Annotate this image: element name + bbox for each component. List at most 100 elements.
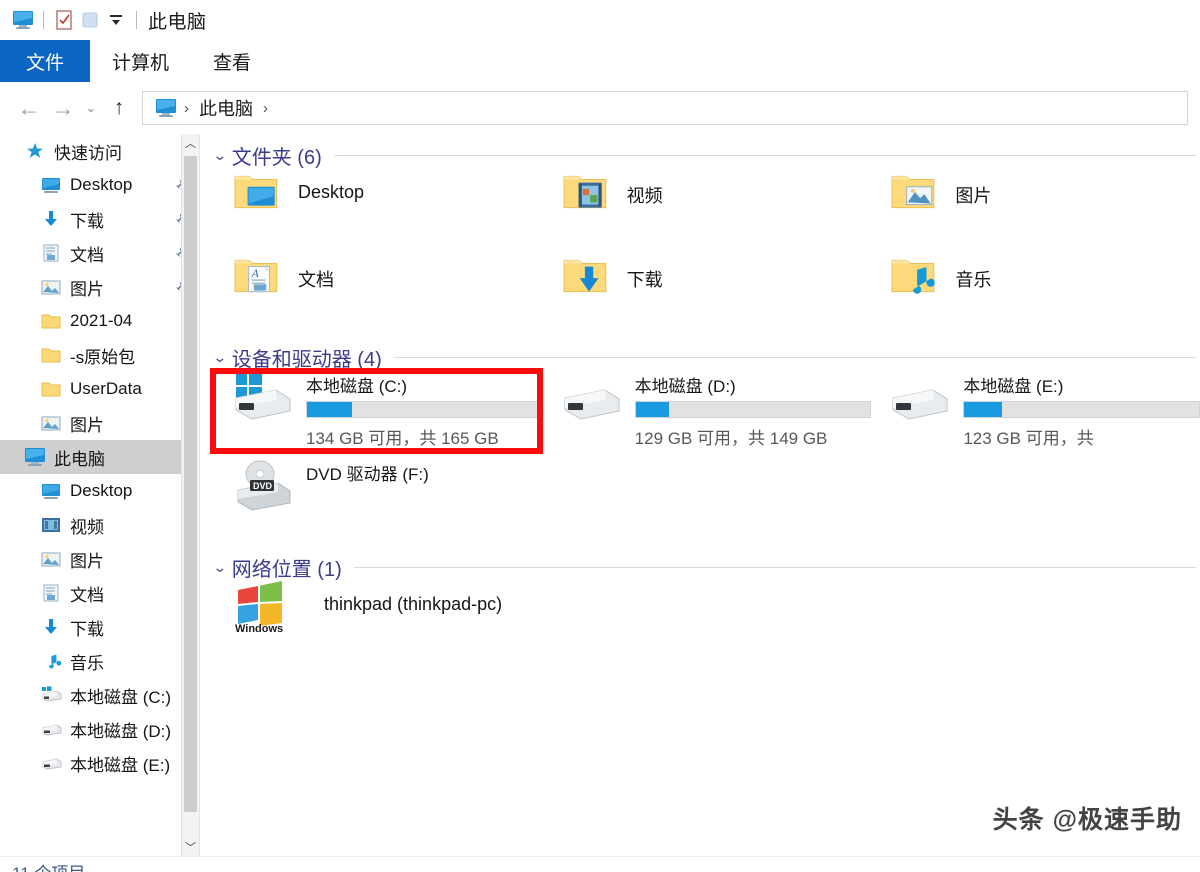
sidebar-item-label: 文档 xyxy=(70,245,104,265)
sidebar-item-12[interactable]: 图片 xyxy=(0,542,199,576)
system-drive-icon xyxy=(40,685,62,705)
sidebar-item-label: 本地磁盘 (C:) xyxy=(70,687,172,707)
desktop-icon xyxy=(40,175,62,195)
system-drive-icon xyxy=(232,370,294,427)
sidebar-item-6[interactable]: -s原始包 xyxy=(0,338,199,372)
folder-music-icon xyxy=(889,252,941,305)
new-folder-icon[interactable] xyxy=(77,7,103,33)
sidebar-item-3[interactable]: 文档 xyxy=(0,236,199,270)
file-explorer-window: 此电脑 文件 计算机 查看 ← → ⌄ ↑ › 此电脑 › 快速访问 Deskt… xyxy=(0,0,1200,872)
folder-item-label: 文档 xyxy=(298,270,334,290)
drive-item-label: 本地磁盘 (E:) xyxy=(963,377,1064,396)
sidebar-item-label: 图片 xyxy=(70,551,104,571)
sidebar-item-label: 快速访问 xyxy=(54,143,122,163)
svg-text:Windows: Windows xyxy=(235,623,283,635)
drive-icon xyxy=(561,370,623,427)
breadcrumb-this-pc-icon[interactable] xyxy=(153,95,179,121)
breadcrumb-item-this-pc[interactable]: 此电脑 xyxy=(194,95,258,121)
drive-item-1[interactable]: 本地磁盘 (D:) 129 GB 可用，共 149 GB xyxy=(543,370,872,458)
forward-arrow-icon[interactable]: → xyxy=(46,91,80,125)
drive-item-2[interactable]: 本地磁盘 (E:) 123 GB 可用，共 xyxy=(871,370,1200,458)
sidebar-item-7[interactable]: UserData xyxy=(0,372,199,406)
sidebar-item-2[interactable]: 下载 xyxy=(0,202,199,236)
folder-item-label: 图片 xyxy=(955,186,992,206)
drive-item-3[interactable]: DVD DVD 驱动器 (F:) xyxy=(214,458,543,546)
title-bar: 此电脑 xyxy=(0,0,1200,40)
drive-icon xyxy=(40,753,62,773)
drive-item-0[interactable]: 本地磁盘 (C:) 134 GB 可用，共 165 GB xyxy=(214,370,543,458)
folder-item-2[interactable]: 图片 xyxy=(871,168,1200,252)
sidebar-item-16[interactable]: 本地磁盘 (C:) xyxy=(0,678,199,712)
sidebar-item-8[interactable]: 图片 xyxy=(0,406,199,440)
capacity-bar xyxy=(634,401,872,418)
sidebar-item-10[interactable]: Desktop xyxy=(0,474,199,508)
sidebar-item-9[interactable]: 此电脑 xyxy=(0,440,199,474)
drive-item-label: DVD 驱动器 (F:) xyxy=(306,465,429,484)
sidebar-item-label: Desktop xyxy=(70,175,133,194)
tab-view[interactable]: 查看 xyxy=(191,40,273,82)
documents-icon xyxy=(40,243,62,263)
sidebar-item-label: 本地磁盘 (D:) xyxy=(70,721,172,741)
folder-item-0[interactable]: Desktop xyxy=(214,168,543,252)
back-arrow-icon[interactable]: ← xyxy=(12,91,46,125)
tab-computer[interactable]: 计算机 xyxy=(90,40,191,82)
scroll-down-icon[interactable]: ﹀ xyxy=(182,838,199,856)
chevron-down-icon[interactable]: ⌄ xyxy=(213,559,228,576)
sidebar-item-18[interactable]: 本地磁盘 (E:) xyxy=(0,746,199,780)
pictures-icon xyxy=(40,277,62,297)
scrollbar-thumb[interactable] xyxy=(184,156,197,812)
scroll-up-icon[interactable]: ︿ xyxy=(182,134,199,152)
drive-icon xyxy=(40,719,62,739)
folder-icon xyxy=(40,311,62,331)
customize-dropdown-icon[interactable] xyxy=(103,7,129,33)
sidebar-item-0[interactable]: 快速访问 xyxy=(0,134,199,168)
properties-icon[interactable] xyxy=(51,7,77,33)
file-list-pane[interactable]: ⌄ 文件夹 (6) Desktop 视频 图片 A 文档 下载 音乐 ⌄ 设备和驱动器 (4… xyxy=(200,134,1200,856)
tab-file[interactable]: 文件 xyxy=(0,40,91,82)
network-item-0[interactable]: Windows thinkpad (thinkpad-pc) xyxy=(214,580,543,666)
folder-item-label: 视频 xyxy=(626,186,663,206)
drive-item-label: 本地磁盘 (C:) xyxy=(306,377,408,396)
documents-icon xyxy=(40,583,62,603)
sidebar-item-label: 文档 xyxy=(70,585,104,605)
toolbar-divider-2 xyxy=(136,11,137,29)
network-item-label: thinkpad (thinkpad-pc) xyxy=(324,594,503,614)
sidebar-item-4[interactable]: 图片 xyxy=(0,270,199,304)
videos-icon xyxy=(40,515,62,535)
capacity-bar-fill xyxy=(964,402,1002,417)
drives-grid: 本地磁盘 (C:) 134 GB 可用，共 165 GB 本地磁盘 (D:) 129 … xyxy=(214,370,1200,546)
folder-item-label: 下载 xyxy=(626,270,663,290)
recent-locations-icon[interactable]: ⌄ xyxy=(80,91,102,125)
section-header-drives[interactable]: ⌄ 设备和驱动器 (4) xyxy=(213,336,1200,371)
sidebar-item-13[interactable]: 文档 xyxy=(0,576,199,610)
sidebar-item-14[interactable]: 下载 xyxy=(0,610,199,644)
sidebar-item-15[interactable]: 音乐 xyxy=(0,644,199,678)
sidebar-item-label: Desktop xyxy=(70,481,133,500)
drive-capacity-text: 123 GB 可用，共 xyxy=(963,429,1094,448)
folder-item-1[interactable]: 视频 xyxy=(543,168,872,252)
sidebar-item-label: 本地磁盘 (E:) xyxy=(70,755,171,775)
up-arrow-icon[interactable]: ↑ xyxy=(102,91,136,125)
sidebar-item-label: 下载 xyxy=(70,211,104,231)
breadcrumb[interactable]: › 此电脑 › xyxy=(142,91,1188,125)
sidebar-item-17[interactable]: 本地磁盘 (D:) xyxy=(0,712,199,746)
sidebar-item-5[interactable]: 2021-04 xyxy=(0,304,199,338)
folder-item-4[interactable]: 下载 xyxy=(543,252,872,336)
section-header-network[interactable]: ⌄ 网络位置 (1) xyxy=(213,546,1200,581)
breadcrumb-separator-2[interactable]: › xyxy=(258,100,273,117)
folder-item-5[interactable]: 音乐 xyxy=(871,252,1200,336)
this-pc-icon xyxy=(24,447,46,467)
folder-icon xyxy=(40,345,62,365)
sidebar-item-1[interactable]: Desktop xyxy=(0,168,199,202)
chevron-down-icon[interactable]: ⌄ xyxy=(213,349,228,366)
sidebar-item-label: -s原始包 xyxy=(70,347,136,367)
chevron-down-icon[interactable]: ⌄ xyxy=(213,147,228,164)
section-header-folders[interactable]: ⌄ 文件夹 (6) xyxy=(213,134,1200,169)
address-bar: ← → ⌄ ↑ › 此电脑 › xyxy=(0,82,1200,134)
sidebar-item-11[interactable]: 视频 xyxy=(0,508,199,542)
navigation-scrollbar[interactable]: ︿ ﹀ xyxy=(181,134,199,856)
desktop-icon xyxy=(40,481,62,501)
folder-item-3[interactable]: A 文档 xyxy=(214,252,543,336)
item-count: 11 个项目 xyxy=(12,859,85,872)
this-pc-icon[interactable] xyxy=(10,7,36,33)
